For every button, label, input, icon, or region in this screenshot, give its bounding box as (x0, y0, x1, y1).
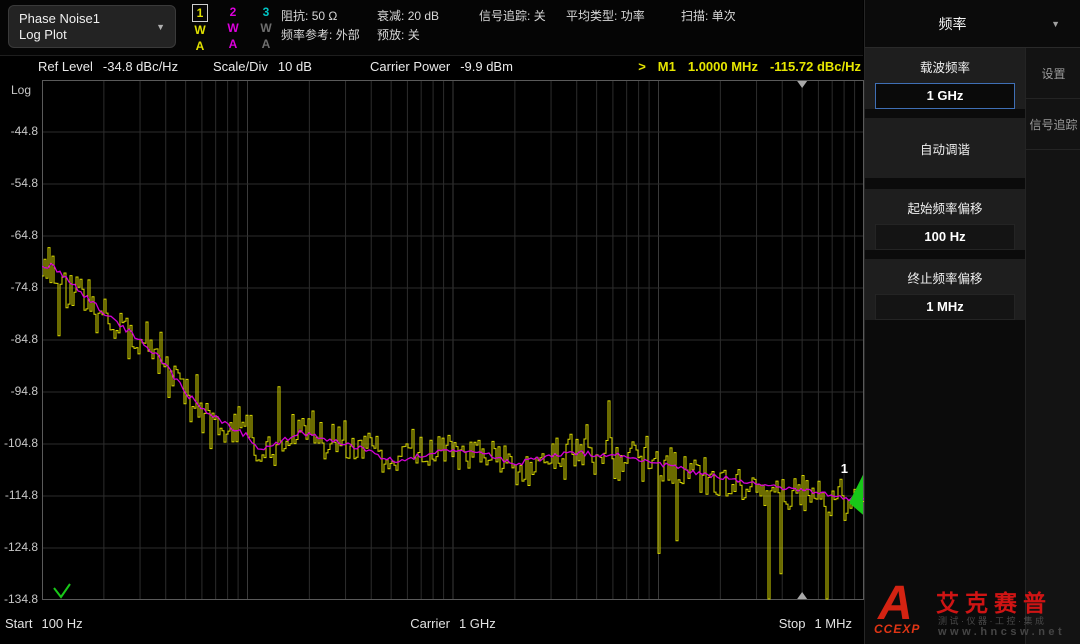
param-atten-preamp: 衰减: 20 dB 预放: 关 (377, 7, 439, 45)
top-status-bar: Phase Noise1 Log Plot ▼ 1 W A 2 W A 3 W … (0, 0, 863, 56)
y-axis-tick-label: -84.8 (0, 332, 38, 346)
menu-items: 载波频率 1 GHz 自动调谐 起始频率偏移 100 Hz 终止频率偏移 1 M… (865, 48, 1025, 329)
brand-logo-subtext: CCEXP (874, 622, 920, 636)
carrier-power-readout: Carrier Power-9.9 dBm (370, 59, 513, 74)
menu-title-bar[interactable]: 频率 ▼ (865, 0, 1080, 48)
menu-side-tabs: 设置 信号追踪 (1025, 48, 1080, 644)
scale-div-readout: Scale/Div10 dB (213, 59, 312, 74)
y-axis-tick-label: -124.8 (0, 540, 38, 554)
chevron-down-icon: ▼ (156, 22, 165, 32)
x-axis-start-label: Start100 Hz (5, 616, 83, 631)
frequency-menu-panel: 频率 ▼ 载波频率 1 GHz 自动调谐 起始频率偏移 100 Hz 终止频率偏… (864, 0, 1080, 644)
start-offset-button[interactable]: 起始频率偏移 100 Hz (865, 189, 1025, 250)
ref-level-readout: Ref Level-34.8 dBc/Hz (38, 59, 178, 74)
brand-url: www.hncsw.net (938, 626, 1065, 638)
y-axis-tick-label: -54.8 (0, 176, 38, 190)
start-offset-value[interactable]: 100 Hz (875, 224, 1015, 250)
y-axis-tick-label: -94.8 (0, 384, 38, 398)
trace-1-selector[interactable]: 1 W A (188, 4, 212, 54)
plot-region: 1 (42, 80, 864, 600)
y-axis-tick-label: -114.8 (0, 488, 38, 502)
y-axis-tick-label: -44.8 (0, 124, 38, 138)
menu-divider (865, 180, 1025, 189)
offset-indicator-top-icon (797, 81, 807, 88)
param-preamp: 预放: 关 (377, 26, 439, 45)
marker-1-label: 1 (841, 461, 848, 476)
measurement-selector-label: Phase Noise1 Log Plot (19, 11, 156, 43)
auto-tune-button[interactable]: 自动调谐 (865, 118, 1025, 178)
param-attenuation: 衰减: 20 dB (377, 7, 439, 26)
trace-legend: 1 W A 2 W A 3 W A (188, 4, 278, 54)
carrier-frequency-value[interactable]: 1 GHz (875, 83, 1015, 109)
tab-signal-tracking[interactable]: 信号追踪 (1026, 99, 1080, 150)
menu-title: 频率 (865, 0, 1040, 47)
offset-indicator-bottom-icon (797, 592, 807, 599)
param-avg-type: 平均类型: 功率 (566, 7, 645, 26)
tab-settings[interactable]: 设置 (1026, 48, 1080, 99)
stop-offset-button[interactable]: 终止频率偏移 1 MHz (865, 259, 1025, 320)
brand-logo: A CCEXP 艾克赛普 测试·仪器·工控·集成 www.hncsw.net (872, 582, 1076, 640)
carrier-frequency-button[interactable]: 载波频率 1 GHz (865, 48, 1025, 109)
x-axis-carrier-label: Carrier1 GHz (410, 616, 496, 631)
param-impedance-freqref: 阻抗: 50 Ω 频率参考: 外部 (281, 7, 360, 45)
y-axis-tick-label: -64.8 (0, 228, 38, 242)
trace-start-indicator-icon (54, 584, 70, 597)
stop-offset-value[interactable]: 1 MHz (875, 294, 1015, 320)
y-axis-tick-label: -74.8 (0, 280, 38, 294)
x-axis-labels: Start100 Hz Carrier1 GHz Stop1 MHz (0, 616, 864, 636)
param-freq-ref: 频率参考: 外部 (281, 26, 360, 45)
analyzer-window: Phase Noise1 Log Plot ▼ 1 W A 2 W A 3 W … (0, 0, 1080, 644)
param-signal-track: 信号追踪: 关 (479, 7, 546, 26)
y-axis-scale-label: Log (11, 83, 31, 97)
trace-3-selector[interactable]: 3 W A (254, 4, 278, 54)
measurement-selector-dropdown[interactable]: Phase Noise1 Log Plot ▼ (8, 5, 176, 48)
phase-noise-chart-area: Ref Level-34.8 dBc/Hz Scale/Div10 dB Car… (0, 55, 864, 644)
param-sweep: 扫描: 单次 (681, 7, 736, 26)
brand-name: 艾克赛普 (936, 584, 1052, 618)
param-impedance: 阻抗: 50 Ω (281, 7, 360, 26)
y-axis-tick-label: -134.8 (0, 592, 38, 606)
x-axis-stop-label: Stop1 MHz (779, 616, 852, 631)
marker-m1-readout: >M11.0000 MHz-115.72 dBc/Hz (638, 59, 861, 74)
phase-noise-plot: 1 (42, 80, 864, 600)
chevron-down-icon: ▼ (1051, 19, 1060, 29)
trace-2-selector[interactable]: 2 W A (221, 4, 245, 54)
y-axis-tick-label: -104.8 (0, 436, 38, 450)
